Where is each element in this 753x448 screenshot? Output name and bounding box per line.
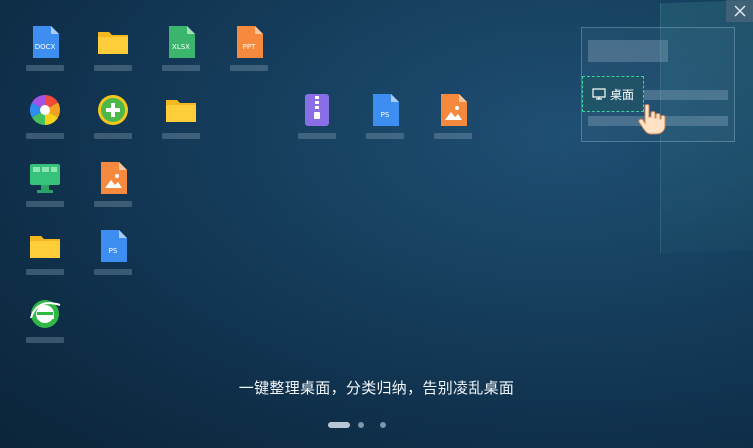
icon-label-placeholder xyxy=(366,133,404,139)
icon-label-placeholder xyxy=(94,269,132,275)
desktop-icon-image[interactable] xyxy=(92,160,134,210)
close-icon xyxy=(733,5,746,17)
icon-label-placeholder xyxy=(434,133,472,139)
desktop-icon-folder[interactable] xyxy=(160,92,202,142)
icon-label-placeholder xyxy=(26,269,64,275)
image-file-icon xyxy=(441,94,467,126)
docx-file-icon: DOCX xyxy=(33,26,59,58)
svg-text:PS: PS xyxy=(109,247,118,255)
page-dot[interactable] xyxy=(380,422,386,428)
icon-label-placeholder xyxy=(94,201,132,207)
desktop-icon-folder[interactable] xyxy=(24,228,66,278)
desktop-icon-app[interactable] xyxy=(24,92,66,142)
panel-placeholder-bar xyxy=(588,40,668,62)
desktop-icon-browser[interactable] xyxy=(24,296,66,346)
zip-archive-icon xyxy=(305,94,329,126)
color-wheel-app-icon xyxy=(29,95,61,126)
desktop-icon-image[interactable] xyxy=(432,92,474,142)
browser-e-icon xyxy=(30,300,61,328)
desktop-icon-ppt[interactable]: PPT xyxy=(228,24,270,74)
desktop-icon-ps[interactable]: PS xyxy=(364,92,406,142)
icon-label-placeholder xyxy=(26,65,64,71)
desktop-icon-xlsx[interactable]: XLSX xyxy=(160,24,202,74)
folder-icon xyxy=(166,100,196,122)
icon-label-placeholder xyxy=(26,337,64,343)
icon-label-placeholder xyxy=(162,65,200,71)
svg-text:DOCX: DOCX xyxy=(35,43,56,51)
desktop-icon-zip[interactable] xyxy=(296,92,338,142)
close-button[interactable] xyxy=(726,0,753,22)
ppt-file-icon: PPT xyxy=(237,26,263,58)
desktop-icon-ps[interactable]: PS xyxy=(92,228,134,278)
desktop-icon-app[interactable] xyxy=(24,160,66,210)
image-file-icon xyxy=(101,162,127,194)
desktop-icon-folder[interactable] xyxy=(92,24,134,74)
feature-caption: 一键整理桌面，分类归纳，告别凌乱桌面 xyxy=(238,380,515,397)
green-plus-app-icon xyxy=(98,95,128,125)
icon-label-placeholder xyxy=(26,133,64,139)
desktop-icon-app[interactable] xyxy=(92,92,134,142)
icon-label-placeholder xyxy=(26,201,64,207)
desktop-icon-docx[interactable]: DOCX xyxy=(24,24,66,74)
panel-placeholder-bar xyxy=(644,90,728,100)
hand-pointer-icon xyxy=(638,104,666,135)
page-dot-active[interactable] xyxy=(328,422,350,428)
ps-file-icon: PS xyxy=(373,94,399,126)
monitor-icon xyxy=(592,88,606,100)
monitor-app-icon xyxy=(30,164,60,193)
page-indicator xyxy=(328,421,388,429)
page-dot[interactable] xyxy=(358,422,364,428)
desktop-category-label: 桌面 xyxy=(609,87,634,102)
svg-text:PPT: PPT xyxy=(243,43,256,51)
folder-icon xyxy=(98,32,128,54)
folder-icon xyxy=(30,236,60,258)
xlsx-file-icon: XLSX xyxy=(169,26,195,58)
icon-label-placeholder xyxy=(162,133,200,139)
icon-label-placeholder xyxy=(94,133,132,139)
icon-label-placeholder xyxy=(298,133,336,139)
ps-file-icon: PS xyxy=(101,230,127,262)
icon-label-placeholder xyxy=(230,65,268,71)
icon-label-placeholder xyxy=(94,65,132,71)
svg-text:PS: PS xyxy=(381,111,390,119)
svg-text:XLSX: XLSX xyxy=(172,43,190,51)
